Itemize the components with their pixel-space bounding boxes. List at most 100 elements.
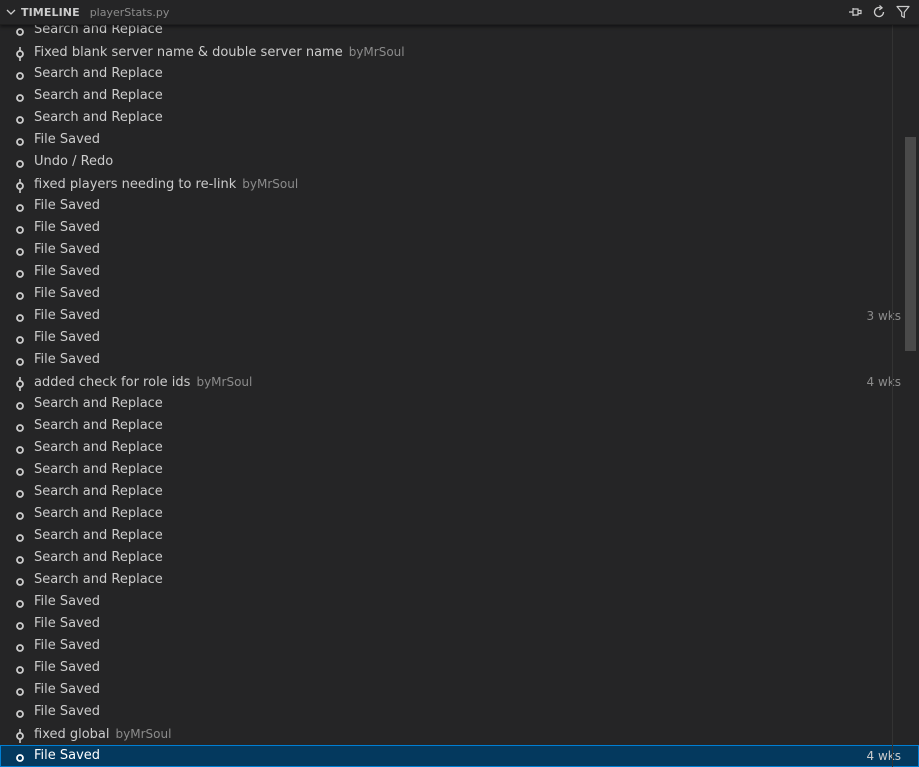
timeline-item[interactable]: File Saved — [0, 261, 919, 283]
timeline-item[interactable]: File Saved — [0, 239, 919, 261]
history-circle-icon — [13, 419, 27, 433]
timeline-item[interactable]: Search and Replace — [0, 107, 919, 129]
timeline-item-title: Search and Replace — [34, 506, 163, 521]
timeline-item[interactable]: File Saved — [0, 635, 919, 657]
history-circle-icon — [13, 265, 27, 279]
panel-title: TIMELINE — [21, 5, 80, 19]
timeline-item-label: fixed global byMrSoul — [34, 723, 171, 746]
refresh-icon[interactable] — [869, 3, 889, 21]
timeline-item-title: fixed players needing to re-link — [34, 177, 237, 192]
timeline-item[interactable]: Search and Replace — [0, 503, 919, 525]
panel-file-name: playerStats.py — [89, 5, 170, 19]
timeline-header[interactable]: TIMELINE playerStats.py — [0, 0, 919, 25]
filter-icon[interactable] — [893, 3, 913, 21]
timeline-item-title: File Saved — [34, 748, 101, 763]
timeline-item-title: Search and Replace — [34, 440, 163, 455]
history-circle-icon — [13, 573, 27, 587]
timeline-item-label: File Saved — [34, 635, 100, 657]
chevron-down-icon[interactable] — [1, 0, 21, 24]
timeline-item-title: File Saved — [34, 616, 101, 631]
timeline-item-label: File Saved — [34, 129, 100, 151]
timeline-item-title: File Saved — [34, 264, 101, 279]
scrollbar-thumb[interactable] — [905, 137, 916, 351]
timeline-item-label: Search and Replace — [34, 547, 163, 569]
git-commit-icon — [13, 375, 27, 391]
timeline-item[interactable]: File Saved — [0, 349, 919, 371]
timeline-item[interactable]: File Saved — [0, 613, 919, 635]
timeline-item-label: File Saved — [34, 195, 100, 217]
timeline-item-label: added check for role ids byMrSoul — [34, 371, 252, 394]
history-circle-icon — [13, 749, 27, 763]
timeline-item[interactable]: Search and Replace — [0, 85, 919, 107]
timeline-item[interactable]: Search and Replace — [0, 393, 919, 415]
timeline-item-time: 3 wks — [866, 309, 901, 323]
timeline-item[interactable]: File Saved 4 wks — [0, 745, 919, 767]
timeline-item-title: File Saved — [34, 242, 101, 257]
timeline-item[interactable]: fixed global byMrSoul — [0, 723, 919, 745]
timeline-item-label: Search and Replace — [34, 63, 163, 85]
timeline-item-title: File Saved — [34, 660, 101, 675]
timeline-item-label: Search and Replace — [34, 437, 163, 459]
timeline-item-title: Search and Replace — [34, 110, 163, 125]
timeline-item-label: File Saved — [34, 679, 100, 701]
timeline-item[interactable]: File Saved — [0, 129, 919, 151]
timeline-item[interactable]: Search and Replace — [0, 569, 919, 591]
timeline-item-author: byMrSoul — [115, 727, 172, 741]
timeline-item[interactable]: Search and Replace — [0, 525, 919, 547]
timeline-item-title: Search and Replace — [34, 550, 163, 565]
history-circle-icon — [13, 397, 27, 411]
timeline-item-label: File Saved — [34, 745, 100, 767]
timeline-item-time: 4 wks — [866, 749, 901, 763]
timeline-item-label: Fixed blank server name & double server … — [34, 41, 405, 64]
timeline-item-label: File Saved — [34, 261, 100, 283]
timeline-item-title: File Saved — [34, 352, 101, 367]
timeline-item-title: File Saved — [34, 286, 101, 301]
timeline-item[interactable]: Search and Replace — [0, 459, 919, 481]
timeline-item[interactable]: Search and Replace — [0, 415, 919, 437]
timeline-item[interactable]: fixed players needing to re-link byMrSoul — [0, 173, 919, 195]
header-actions — [841, 3, 913, 21]
history-circle-icon — [13, 23, 27, 37]
timeline-item[interactable]: File Saved 3 wks — [0, 305, 919, 327]
timeline-item[interactable]: Search and Replace — [0, 63, 919, 85]
timeline-item[interactable]: File Saved — [0, 679, 919, 701]
git-commit-icon — [13, 45, 27, 61]
history-circle-icon — [13, 617, 27, 631]
timeline-item[interactable]: Fixed blank server name & double server … — [0, 41, 919, 63]
history-circle-icon — [13, 331, 27, 345]
timeline-item-title: File Saved — [34, 638, 101, 653]
timeline-item[interactable]: File Saved — [0, 591, 919, 613]
timeline-item-title: File Saved — [34, 704, 101, 719]
history-circle-icon — [13, 705, 27, 719]
pin-icon[interactable] — [845, 3, 865, 21]
timeline-item-title: File Saved — [34, 330, 101, 345]
timeline-item[interactable]: Search and Replace — [0, 437, 919, 459]
timeline-item[interactable]: Search and Replace — [0, 547, 919, 569]
history-circle-icon — [13, 485, 27, 499]
timeline-item-title: File Saved — [34, 308, 101, 323]
timeline-item[interactable]: File Saved — [0, 283, 919, 305]
history-circle-icon — [13, 243, 27, 257]
history-circle-icon — [13, 309, 27, 323]
timeline-item[interactable]: Undo / Redo — [0, 151, 919, 173]
timeline-item[interactable]: File Saved — [0, 657, 919, 679]
timeline-item[interactable]: Search and Replace — [0, 481, 919, 503]
history-circle-icon — [13, 551, 27, 565]
history-circle-icon — [13, 441, 27, 455]
history-circle-icon — [13, 67, 27, 81]
history-circle-icon — [13, 661, 27, 675]
timeline-item-label: File Saved — [34, 239, 100, 261]
timeline-item-title: fixed global — [34, 727, 110, 742]
timeline-item[interactable]: File Saved — [0, 217, 919, 239]
timeline-item-title: added check for role ids — [34, 375, 191, 390]
timeline-item-title: Undo / Redo — [34, 154, 114, 169]
timeline-panel: TIMELINE playerStats.py Search and Repla — [0, 0, 919, 767]
timeline-item[interactable]: File Saved — [0, 327, 919, 349]
timeline-item[interactable]: File Saved — [0, 195, 919, 217]
timeline-item[interactable]: File Saved — [0, 701, 919, 723]
timeline-list: Search and Replace Fixed blank server nam… — [0, 19, 919, 767]
history-circle-icon — [13, 155, 27, 169]
timeline-item[interactable]: added check for role ids byMrSoul 4 wks — [0, 371, 919, 393]
timeline-item-title: Fixed blank server name & double server … — [34, 45, 343, 60]
timeline-item-label: Search and Replace — [34, 503, 163, 525]
